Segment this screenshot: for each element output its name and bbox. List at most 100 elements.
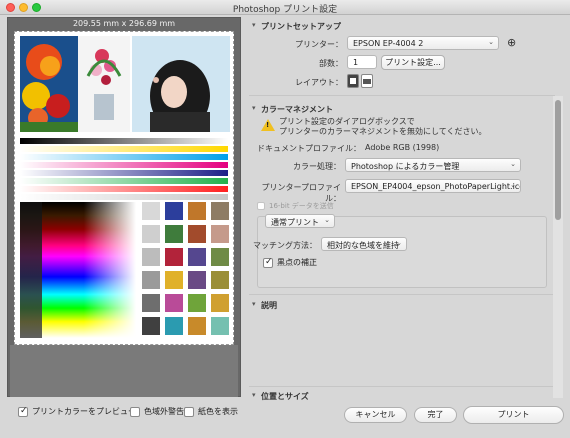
color-swatch [188, 271, 206, 289]
color-handling-value: Photoshop によるカラー管理 [351, 162, 460, 171]
printer-profile-value: EPSON_EP4004_epson_PhotoPaperLight.icc [351, 182, 521, 191]
chevron-down-icon: ⌄ [510, 181, 516, 189]
color-bar [20, 186, 228, 192]
print-mode-value: 通常プリント [271, 218, 319, 227]
matching-method-value: 相対的な色域を維持 [327, 241, 399, 250]
paper-color-checkbox[interactable] [184, 406, 194, 417]
window-title: Photoshop プリント設定 [232, 5, 338, 15]
portrait-layout-icon[interactable] [347, 74, 359, 88]
copies-label: 部数： [319, 59, 343, 68]
black-point-option[interactable]: 黒点の補正 [263, 257, 317, 268]
landscape-layout-icon[interactable] [361, 74, 373, 88]
paper-size-label: 209.55 mm x 296.69 mm [72, 19, 176, 28]
color-swatch [188, 248, 206, 266]
chevron-down-icon[interactable]: ▾ [252, 21, 256, 29]
document-profile-label: ドキュメントプロファイル： [257, 144, 361, 153]
color-management-title: カラーマネジメント [261, 105, 333, 114]
color-swatch [188, 317, 206, 335]
gamut-warning-option[interactable]: 色域外警告 [130, 406, 184, 417]
color-swatch [165, 248, 183, 266]
send-16bit-checkbox[interactable] [257, 202, 265, 210]
layout-label: レイアウト： [295, 78, 343, 87]
done-button[interactable]: 完了 [414, 407, 457, 423]
color-swatch [142, 225, 160, 243]
gray-gradient-strip [20, 202, 42, 338]
settings-panel: ▾ プリントセットアップ プリンター： EPSON EP-4004 2 ⌄ ⊕ … [249, 15, 570, 438]
chevron-down-icon: ⌄ [396, 239, 402, 247]
color-swatch [142, 317, 160, 335]
chevron-down-icon[interactable]: ▾ [252, 300, 256, 308]
color-swatch [211, 317, 229, 335]
add-printer-icon[interactable]: ⊕ [507, 36, 516, 49]
matching-method-label: マッチング方法： [253, 241, 317, 250]
printer-value: EPSON EP-4004 2 [353, 39, 424, 48]
printer-select[interactable]: EPSON EP-4004 2 ⌄ [347, 36, 499, 50]
warning-mark: ! [266, 121, 270, 129]
color-bar [20, 194, 228, 200]
color-swatch [188, 202, 206, 220]
chevron-down-icon: ⌄ [324, 216, 330, 224]
printer-profile-select[interactable]: EPSON_EP4004_epson_PhotoPaperLight.icc ⌄ [345, 179, 521, 193]
color-swatch [211, 225, 229, 243]
color-swatch [165, 202, 183, 220]
document-profile-value: Adobe RGB (1998) [365, 143, 440, 152]
color-bar [20, 178, 228, 184]
preview-color-checkbox[interactable] [18, 406, 28, 417]
title-bar: Photoshop プリント設定 [0, 0, 570, 15]
send-16bit-option[interactable]: 16-bit データを送信 [257, 201, 334, 211]
copies-input[interactable]: 1 [347, 55, 377, 69]
section-divider [249, 386, 555, 387]
send-16bit-label: 16-bit データを送信 [269, 202, 334, 210]
color-handling-select[interactable]: Photoshop によるカラー管理 ⌄ [345, 158, 521, 172]
preview-color-option[interactable]: プリントカラーをプレビュー [18, 406, 136, 417]
color-swatch [188, 294, 206, 312]
settings-scrollbar-thumb[interactable] [555, 100, 561, 220]
printer-label: プリンター： [295, 40, 343, 49]
color-swatch [165, 294, 183, 312]
paper-color-option[interactable]: 紙色を表示 [184, 406, 238, 417]
warning-text-2: プリンターのカラーマネジメントを無効にしてください。 [279, 127, 487, 136]
section-divider [249, 294, 555, 295]
color-swatch [165, 271, 183, 289]
chevron-down-icon[interactable]: ▾ [252, 391, 256, 399]
print-settings-button[interactable]: プリント設定... [381, 55, 445, 70]
color-swatch [165, 225, 183, 243]
color-bar [20, 138, 228, 144]
color-swatch [142, 248, 160, 266]
paper-color-label: 紙色を表示 [198, 407, 238, 416]
preview-color-label: プリントカラーをプレビュー [32, 407, 136, 416]
color-swatch [165, 317, 183, 335]
cancel-button[interactable]: キャンセル [344, 407, 407, 423]
flower-photo-2 [78, 36, 130, 132]
flower-photo-1 [20, 36, 78, 132]
color-bars [20, 138, 228, 202]
color-handling-label: カラー処理： [293, 162, 341, 171]
color-swatch [211, 202, 229, 220]
gamut-warning-label: 色域外警告 [144, 407, 184, 416]
color-swatch [142, 271, 160, 289]
color-swatch [211, 271, 229, 289]
preview-empty-area [10, 345, 238, 397]
color-swatch-grid [142, 202, 232, 335]
gamut-warning-checkbox[interactable] [130, 406, 140, 417]
black-point-checkbox[interactable] [263, 257, 273, 268]
chevron-down-icon: ⌄ [488, 38, 494, 46]
print-setup-title: プリントセットアップ [261, 22, 341, 31]
color-swatch [211, 248, 229, 266]
color-bar [20, 146, 228, 152]
portrait-photo [132, 36, 230, 132]
color-swatch [142, 202, 160, 220]
print-mode-select[interactable]: 通常プリント ⌄ [265, 214, 335, 228]
chevron-down-icon: ⌄ [510, 160, 516, 168]
chevron-down-icon[interactable]: ▾ [252, 104, 256, 112]
position-size-title: 位置とサイズ [261, 392, 309, 401]
matching-method-select[interactable]: 相対的な色域を維持 ⌄ [321, 237, 407, 251]
description-title: 説明 [261, 301, 277, 310]
color-bar [20, 154, 228, 160]
section-divider [249, 95, 555, 96]
black-point-label: 黒点の補正 [277, 258, 317, 267]
color-bar [20, 170, 228, 176]
color-swatch [211, 294, 229, 312]
color-swatch [188, 225, 206, 243]
print-button[interactable]: プリント [463, 406, 564, 424]
